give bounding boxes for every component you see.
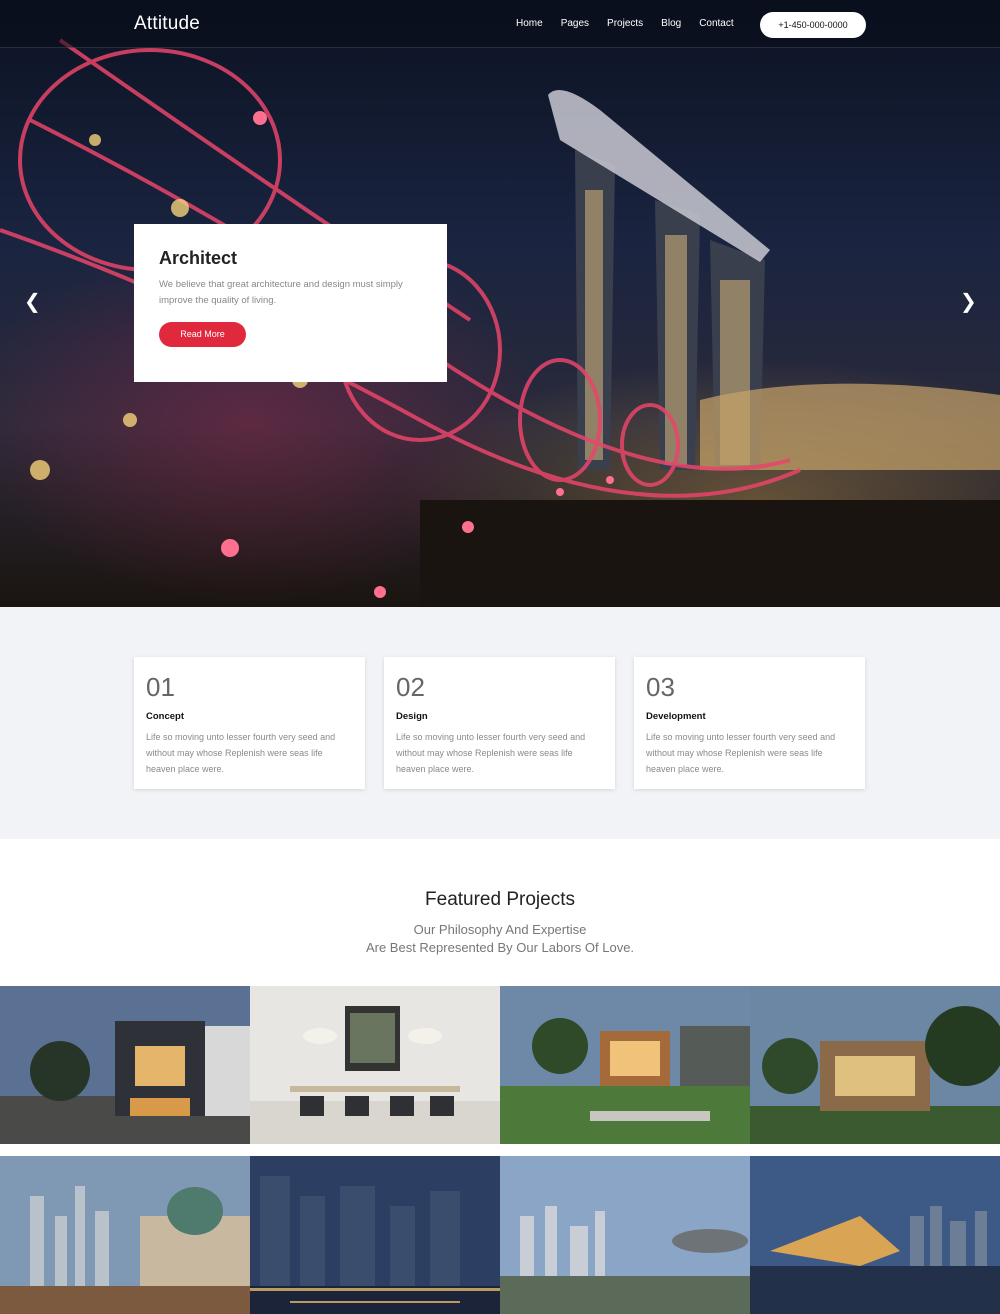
nav-item-projects[interactable]: Projects [607, 18, 643, 29]
feature-text: Life so moving unto lesser fourth very s… [396, 732, 586, 774]
phone-button[interactable]: +1-450-000-0000 [760, 12, 866, 38]
project-tile-modern-house[interactable] [0, 986, 250, 1144]
project-tile-dining-room[interactable] [250, 986, 500, 1144]
project-image [0, 986, 250, 1144]
feature-number: 01 [146, 672, 175, 702]
project-tile-waterfront[interactable] [500, 1156, 750, 1314]
projects-subtitle: Our Philosophy And Expertise Are Best Re… [0, 921, 1000, 957]
project-image [750, 1156, 1000, 1314]
project-image [250, 1156, 500, 1314]
read-more-button[interactable]: Read More [159, 322, 246, 347]
feature-text: Life so moving unto lesser fourth very s… [646, 732, 836, 774]
project-image [250, 986, 500, 1144]
features-section: 01 Concept Life so moving unto lesser fo… [0, 607, 1000, 839]
project-tile-tropical-house[interactable] [750, 986, 1000, 1144]
project-image [0, 1156, 250, 1314]
nav-menu: Home Pages Projects Blog Contact [516, 18, 752, 29]
top-navigation: Attitude Home Pages Projects Blog Contac… [0, 0, 1000, 48]
project-tile-night-skyline[interactable] [250, 1156, 500, 1314]
feature-title: Concept [146, 711, 184, 722]
feature-card-concept: 01 Concept Life so moving unto lesser fo… [134, 657, 365, 789]
project-image [500, 1156, 750, 1314]
hero-card: Architect We believe that great architec… [134, 224, 447, 382]
project-tile-glass-pavilion[interactable] [750, 1156, 1000, 1314]
site-logo[interactable]: Attitude [134, 13, 200, 35]
hero-title: Architect [159, 248, 238, 268]
nav-item-pages[interactable]: Pages [561, 18, 589, 29]
feature-text: Life so moving unto lesser fourth very s… [146, 732, 336, 774]
feature-card-design: 02 Design Life so moving unto lesser fou… [384, 657, 615, 789]
project-tile-garden-pavilion[interactable] [500, 986, 750, 1144]
project-gallery [0, 986, 1000, 1314]
nav-item-home[interactable]: Home [516, 18, 543, 29]
projects-subtitle-line: Our Philosophy And Expertise [413, 922, 587, 937]
chevron-left-icon[interactable]: ❮ [24, 292, 41, 312]
project-image [500, 986, 750, 1144]
hero-text: We believe that great architecture and d… [159, 279, 403, 306]
nav-item-contact[interactable]: Contact [699, 18, 733, 29]
feature-number: 03 [646, 672, 675, 702]
project-tile-city-dome[interactable] [0, 1156, 250, 1314]
projects-title: Featured Projects [425, 889, 575, 910]
feature-title: Development [646, 711, 706, 722]
projects-header: Featured Projects Our Philosophy And Exp… [0, 889, 1000, 957]
feature-number: 02 [396, 672, 425, 702]
nav-item-blog[interactable]: Blog [661, 18, 681, 29]
projects-subtitle-line: Are Best Represented By Our Labors Of Lo… [365, 940, 635, 955]
chevron-right-icon[interactable]: ❯ [960, 292, 977, 312]
project-image [750, 986, 1000, 1144]
feature-card-development: 03 Development Life so moving unto lesse… [634, 657, 865, 789]
feature-title: Design [396, 711, 428, 722]
